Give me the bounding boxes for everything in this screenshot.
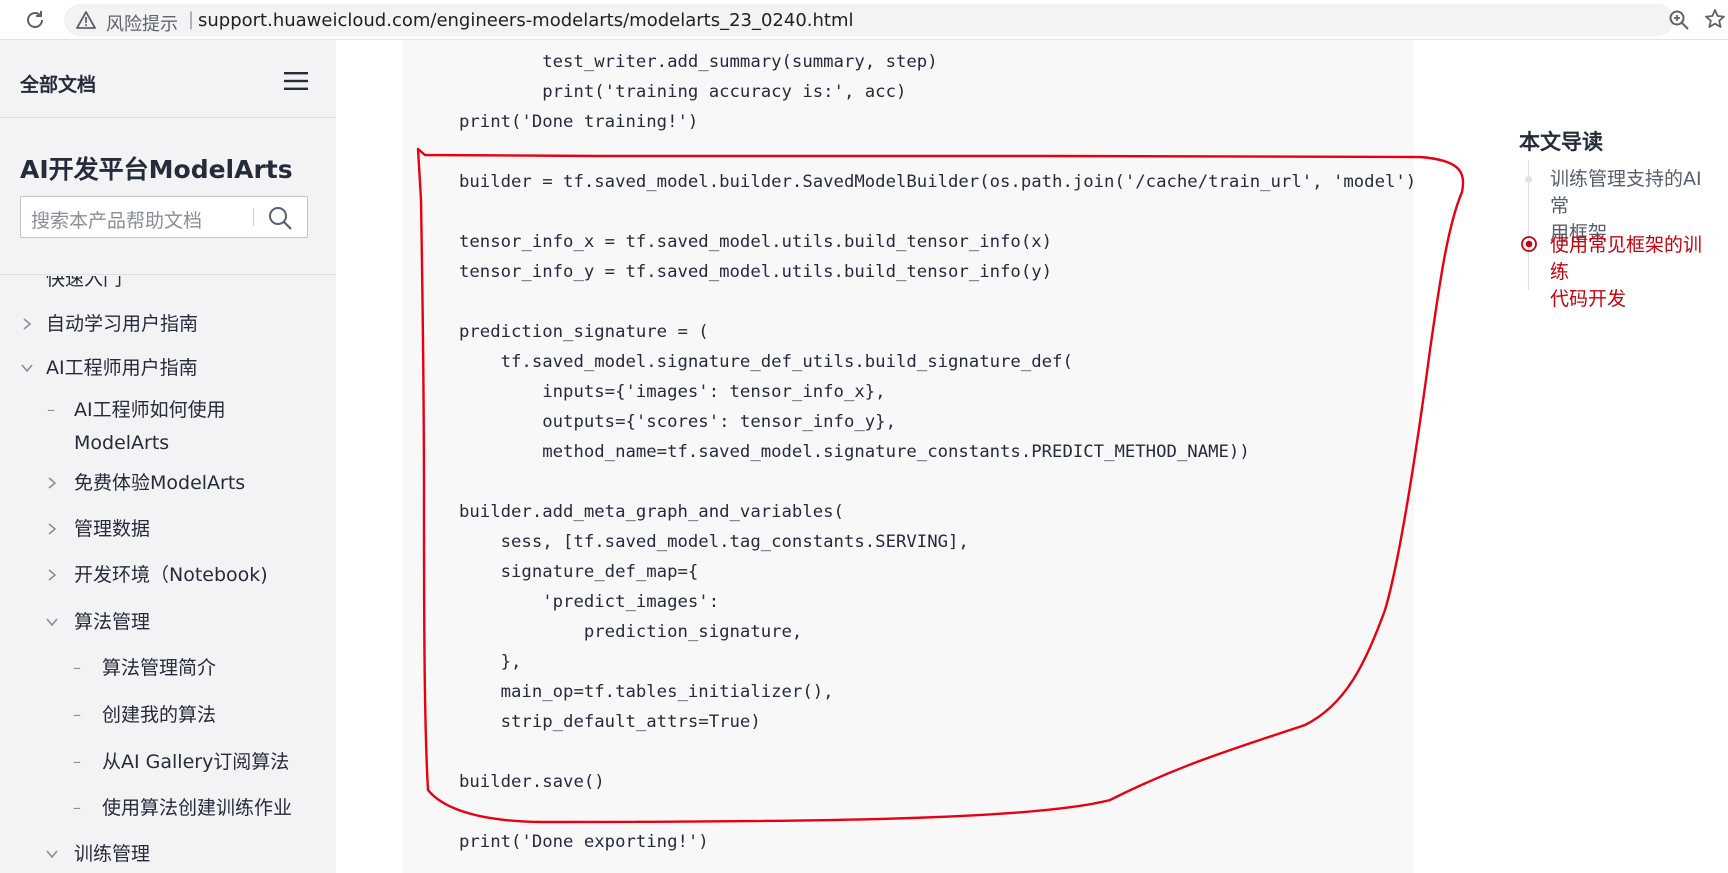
url-text[interactable]: support.huaweicloud.com/engineers-modela… <box>198 10 854 31</box>
menu-icon[interactable] <box>284 71 308 91</box>
nav-item-training-mgmt[interactable]: 训练管理 <box>74 838 150 871</box>
code-line: 'predict_images': <box>459 592 720 612</box>
code-line: tensor_info_x = tf.saved_model.utils.bui… <box>459 232 1053 252</box>
leaf-marker: – <box>47 400 55 419</box>
nav-item-create-algorithm[interactable]: 创建我的算法 <box>102 699 216 732</box>
reload-icon[interactable] <box>24 9 46 31</box>
active-target-icon <box>1521 236 1537 252</box>
code-line: tf.saved_model.signature_def_utils.build… <box>459 352 1073 372</box>
chevron-right-icon[interactable] <box>45 522 59 536</box>
chevron-right-icon[interactable] <box>45 476 59 490</box>
star-icon[interactable] <box>1704 8 1726 30</box>
code-line: builder.add_meta_graph_and_variables( <box>459 502 844 522</box>
code-line: prediction_signature = ( <box>459 322 709 342</box>
toc-title: 本文导读 <box>1519 130 1603 154</box>
chevron-down-icon[interactable] <box>20 361 34 375</box>
leaf-marker: – <box>73 705 81 724</box>
nav-item-ai-engineer-guide[interactable]: AI工程师用户指南 <box>46 352 198 385</box>
code-line: sess, [tf.saved_model.tag_constants.SERV… <box>459 532 969 552</box>
nav-item-algorithm-mgmt[interactable]: 算法管理 <box>74 606 150 639</box>
nav-item-subscribe-algorithm[interactable]: 从AI Gallery订阅算法 <box>102 746 289 779</box>
code-line: test_writer.add_summary(summary, step) <box>459 52 938 72</box>
nav-item-how-to-use-line2[interactable]: ModelArts <box>74 427 169 460</box>
zoom-icon[interactable] <box>1668 9 1690 31</box>
nav-item-algorithm-intro[interactable]: 算法管理简介 <box>102 652 216 685</box>
toc-item-line: 训练管理支持的AI常 <box>1550 168 1702 217</box>
code-line: builder = tf.saved_model.builder.SavedMo… <box>459 172 1414 192</box>
code-block: test_writer.add_summary(summary, step) p… <box>402 40 1414 873</box>
warning-icon[interactable] <box>76 11 96 29</box>
nav-item-auto-learning-guide[interactable]: 自动学习用户指南 <box>46 308 198 341</box>
code-line: main_op=tf.tables_initializer(), <box>459 682 834 702</box>
risk-warning-label[interactable]: 风险提示 <box>106 10 178 36</box>
code-line: outputs={'scores': tensor_info_y}, <box>459 412 896 432</box>
browser-address-bar: 风险提示 | support.huaweicloud.com/engineers… <box>0 0 1728 40</box>
toc-item-line: 使用常见框架的训练 <box>1550 234 1703 283</box>
all-docs-label[interactable]: 全部文档 <box>20 70 96 97</box>
code-line: prediction_signature, <box>459 622 803 642</box>
main-content: test_writer.add_summary(summary, step) p… <box>336 40 1484 873</box>
code-line: }, <box>459 652 522 672</box>
toc-item-training-code[interactable]: 使用常见框架的训练 代码开发 <box>1550 232 1720 313</box>
search-placeholder: 搜索本产品帮助文档 <box>31 210 203 232</box>
search-divider <box>253 208 254 226</box>
nav-item-quick-start[interactable]: 快速入门 <box>46 276 122 296</box>
nav-item-create-training-job[interactable]: 使用算法创建训练作业 <box>102 792 292 825</box>
doc-sidebar: 全部文档 AI开发平台ModelArts 搜索本产品帮助文档 快速入门 自动学习… <box>0 40 336 873</box>
chevron-right-icon[interactable] <box>45 568 59 582</box>
search-icon[interactable] <box>267 205 293 231</box>
toc-marker <box>1525 176 1532 183</box>
toc-item-line: 代码开发 <box>1550 288 1627 310</box>
code-line: method_name=tf.saved_model.signature_con… <box>459 442 1250 462</box>
code-line: strip_default_attrs=True) <box>459 712 761 732</box>
leaf-marker: – <box>73 752 81 771</box>
chevron-right-icon[interactable] <box>20 317 34 331</box>
nav-item-notebook[interactable]: 开发环境（Notebook) <box>74 559 268 592</box>
code-line: tensor_info_y = tf.saved_model.utils.bui… <box>459 262 1053 282</box>
doc-search-input[interactable]: 搜索本产品帮助文档 <box>20 196 308 238</box>
article-toc: 本文导读 训练管理支持的AI常 用框架 使用常见框架的训练 代码开发 <box>1484 40 1728 873</box>
chevron-down-icon[interactable] <box>45 847 59 861</box>
sidebar-divider <box>0 274 336 275</box>
code-line: builder.save() <box>459 772 605 792</box>
code-line: print('Done exporting!') <box>459 832 709 852</box>
doc-nav-tree: 快速入门 自动学习用户指南 AI工程师用户指南 – AI工程师如何使用 Mode… <box>0 276 336 873</box>
product-title[interactable]: AI开发平台ModelArts <box>20 150 293 186</box>
url-bar[interactable]: 风险提示 | support.huaweicloud.com/engineers… <box>64 4 1689 36</box>
leaf-marker: – <box>73 798 81 817</box>
code-line: inputs={'images': tensor_info_x}, <box>459 382 886 402</box>
chevron-down-icon[interactable] <box>45 615 59 629</box>
nav-item-how-to-use[interactable]: AI工程师如何使用 <box>74 394 226 427</box>
code-line: print('training accuracy is:', acc) <box>459 82 907 102</box>
code-line: print('Done training!') <box>459 112 699 132</box>
leaf-marker: – <box>73 658 81 677</box>
nav-item-free-trial[interactable]: 免费体验ModelArts <box>74 467 245 500</box>
url-separator: | <box>188 9 195 30</box>
sidebar-divider <box>0 117 336 118</box>
code-line: signature_def_map={ <box>459 562 699 582</box>
nav-item-manage-data[interactable]: 管理数据 <box>74 513 150 546</box>
